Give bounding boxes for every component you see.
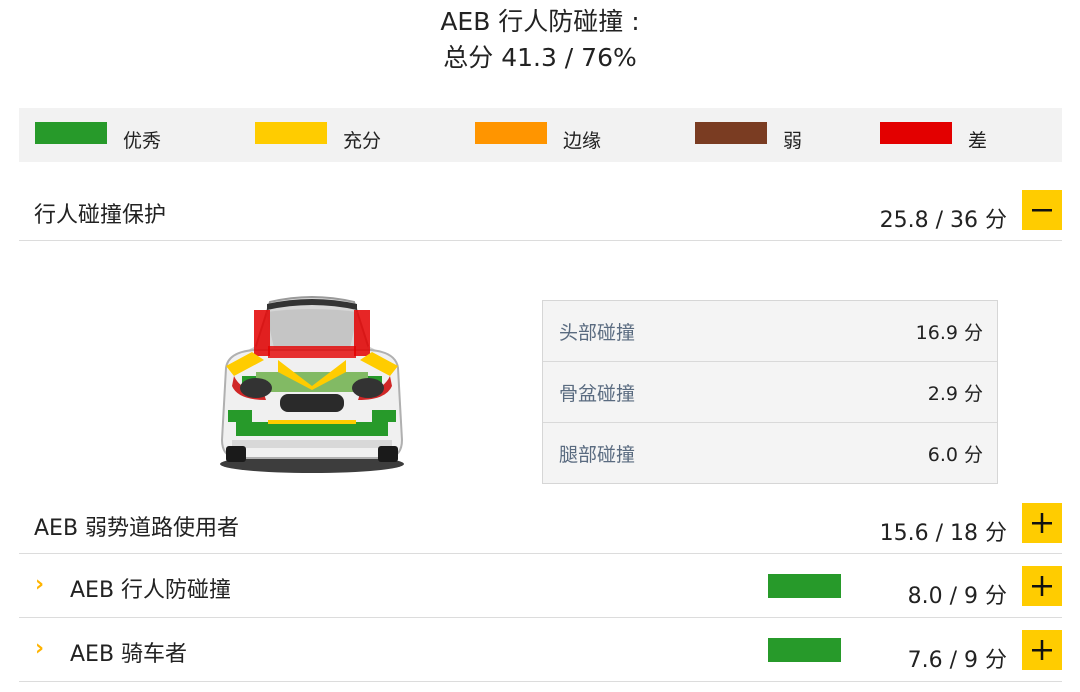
subsection-aeb-pedestrian[interactable]: › AEB 行人防碰撞 8.0 / 9 分: [19, 554, 1062, 618]
plus-icon: [1032, 576, 1052, 596]
rating-bar: [768, 574, 841, 598]
detail-label: 腿部碰撞: [559, 444, 636, 466]
detail-row-leg: 腿部碰撞 6.0 分: [543, 423, 997, 483]
detail-row-pelvis: 骨盆碰撞 2.9 分: [543, 362, 997, 423]
detail-value: 2.9 分: [927, 383, 983, 405]
plus-icon: [1032, 640, 1052, 660]
legend-label-marginal: 边缘: [563, 130, 602, 152]
legend-swatch-good: [35, 122, 107, 144]
plus-icon: [1032, 513, 1052, 533]
collapse-button[interactable]: [1022, 190, 1062, 230]
legend-label-good: 优秀: [123, 130, 162, 152]
rating-bar: [768, 638, 841, 662]
expand-button[interactable]: [1022, 566, 1062, 606]
legend-swatch-poor: [880, 122, 952, 144]
detail-value: 16.9 分: [915, 322, 983, 344]
legend-swatch-marginal: [475, 122, 547, 144]
detail-row-head: 头部碰撞 16.9 分: [543, 301, 997, 362]
car-front-diagram: [212, 290, 412, 479]
pedestrian-detail-table: 头部碰撞 16.9 分 骨盆碰撞 2.9 分 腿部碰撞 6.0 分: [542, 300, 998, 484]
section-score: 15.6 / 18 分: [879, 521, 1007, 546]
detail-value: 6.0 分: [927, 444, 983, 466]
chevron-right-icon: ›: [35, 636, 45, 661]
title-line-2: 总分 41.3 / 76%: [443, 43, 637, 72]
subsection-label: AEB 骑车者: [70, 642, 188, 667]
chevron-right-icon: ›: [35, 572, 45, 597]
subsection-score: 7.6 / 9 分: [907, 648, 1007, 673]
detail-label: 头部碰撞: [559, 322, 636, 344]
section-label: AEB 弱势道路使用者: [34, 516, 240, 541]
expand-button[interactable]: [1022, 503, 1062, 543]
expand-button[interactable]: [1022, 630, 1062, 670]
legend-label-adequate: 充分: [343, 130, 382, 152]
title-line-1: AEB 行人防碰撞 :: [440, 7, 640, 36]
legend-label-weak: 弱: [783, 130, 803, 152]
subsection-label: AEB 行人防碰撞: [70, 578, 232, 603]
section-pedestrian-protection[interactable]: 行人碰撞保护 25.8 / 36 分: [19, 180, 1062, 241]
rating-legend: 优秀 充分 边缘 弱 差: [19, 108, 1062, 162]
legend-swatch-weak: [695, 122, 767, 144]
section-aeb-vru[interactable]: AEB 弱势道路使用者 15.6 / 18 分: [19, 493, 1062, 554]
minus-icon: [1032, 209, 1052, 212]
page-title: AEB 行人防碰撞 : 总分 41.3 / 76%: [0, 4, 1080, 76]
subsection-score: 8.0 / 9 分: [907, 584, 1007, 609]
legend-label-poor: 差: [968, 130, 988, 152]
section-score: 25.8 / 36 分: [879, 208, 1007, 233]
legend-swatch-adequate: [255, 122, 327, 144]
section-label: 行人碰撞保护: [34, 203, 167, 228]
detail-label: 骨盆碰撞: [559, 383, 636, 405]
subsection-aeb-cyclist[interactable]: › AEB 骑车者 7.6 / 9 分: [19, 618, 1062, 682]
